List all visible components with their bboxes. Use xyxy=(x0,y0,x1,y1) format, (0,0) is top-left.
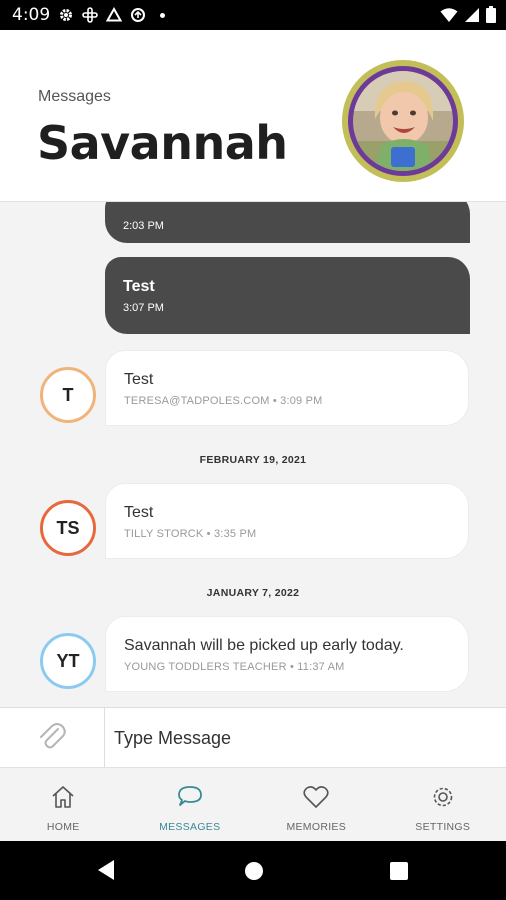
message-text: Test xyxy=(124,371,154,388)
message-text: Savannah will be picked up early today. xyxy=(124,637,404,654)
outgoing-message[interactable]: Test 3:07 PM xyxy=(105,257,470,334)
nav-label: SETTINGS xyxy=(415,821,471,833)
recents-icon[interactable] xyxy=(390,862,408,885)
attach-button[interactable] xyxy=(0,708,105,768)
message-time: 2:03 PM xyxy=(123,220,164,232)
sender-avatar[interactable]: YT xyxy=(40,633,96,689)
outgoing-message[interactable]: 2:03 PM xyxy=(105,202,470,243)
sender-avatar[interactable]: TS xyxy=(40,500,96,556)
status-system-icons xyxy=(440,6,496,28)
page-title: Savannah xyxy=(37,116,288,170)
wifi-icon xyxy=(440,7,458,28)
sync-notification-icon xyxy=(130,7,146,23)
bottom-navigation: HOME MESSAGES MEMORIES SETTINGS xyxy=(0,767,506,841)
status-time: 4:09 xyxy=(12,5,51,25)
drive-notification-icon xyxy=(105,6,123,23)
nav-label: MEMORIES xyxy=(286,821,347,833)
message-list[interactable]: 2:03 PM Test 3:07 PM T Test TERESA@TADPO… xyxy=(0,202,506,707)
home-button-icon[interactable] xyxy=(244,861,264,886)
battery-icon xyxy=(486,6,496,28)
gear-icon xyxy=(430,784,456,815)
more-notifications-icon xyxy=(160,12,165,18)
date-separator: JANUARY 7, 2022 xyxy=(206,587,300,599)
signal-icon xyxy=(464,7,480,28)
chat-icon xyxy=(176,784,204,815)
heart-icon xyxy=(302,784,330,815)
system-navigation-bar xyxy=(0,841,506,900)
nav-label: MESSAGES xyxy=(159,821,221,833)
message-meta: TERESA@TADPOLES.COM • 3:09 PM xyxy=(124,395,323,407)
nav-home[interactable]: HOME xyxy=(0,768,127,841)
slack-notification-icon xyxy=(82,7,98,23)
nav-label: HOME xyxy=(46,821,80,833)
nav-memories[interactable]: MEMORIES xyxy=(253,768,380,841)
message-composer xyxy=(0,707,506,768)
nav-settings[interactable]: SETTINGS xyxy=(380,768,506,841)
child-avatar[interactable] xyxy=(342,60,464,182)
sender-avatar[interactable]: T xyxy=(40,367,96,423)
home-icon xyxy=(50,784,76,815)
settings-notification-icon xyxy=(58,7,74,23)
message-meta: TILLY STORCK • 3:35 PM xyxy=(124,528,257,540)
message-meta: YOUNG TODDLERS TEACHER • 11:37 AM xyxy=(124,661,345,673)
header-label: Messages xyxy=(38,88,111,105)
incoming-message[interactable]: Test TILLY STORCK • 3:35 PM xyxy=(105,483,469,559)
conversation-header: Messages Savannah xyxy=(0,30,506,202)
incoming-message[interactable]: Savannah will be picked up early today. … xyxy=(105,616,469,692)
child-photo xyxy=(353,71,453,171)
incoming-message[interactable]: Test TERESA@TADPOLES.COM • 3:09 PM xyxy=(105,350,469,426)
child-avatar-border xyxy=(348,66,458,176)
nav-messages[interactable]: MESSAGES xyxy=(127,768,254,841)
message-text: Test xyxy=(124,504,154,521)
message-input[interactable] xyxy=(106,708,506,768)
message-time: 3:07 PM xyxy=(123,302,164,314)
status-notification-icons xyxy=(58,6,165,23)
date-separator: FEBRUARY 19, 2021 xyxy=(199,454,307,466)
status-bar: 4:09 xyxy=(0,0,506,30)
back-icon[interactable] xyxy=(96,859,116,886)
message-text: Test xyxy=(123,278,155,295)
paperclip-icon xyxy=(35,719,69,758)
